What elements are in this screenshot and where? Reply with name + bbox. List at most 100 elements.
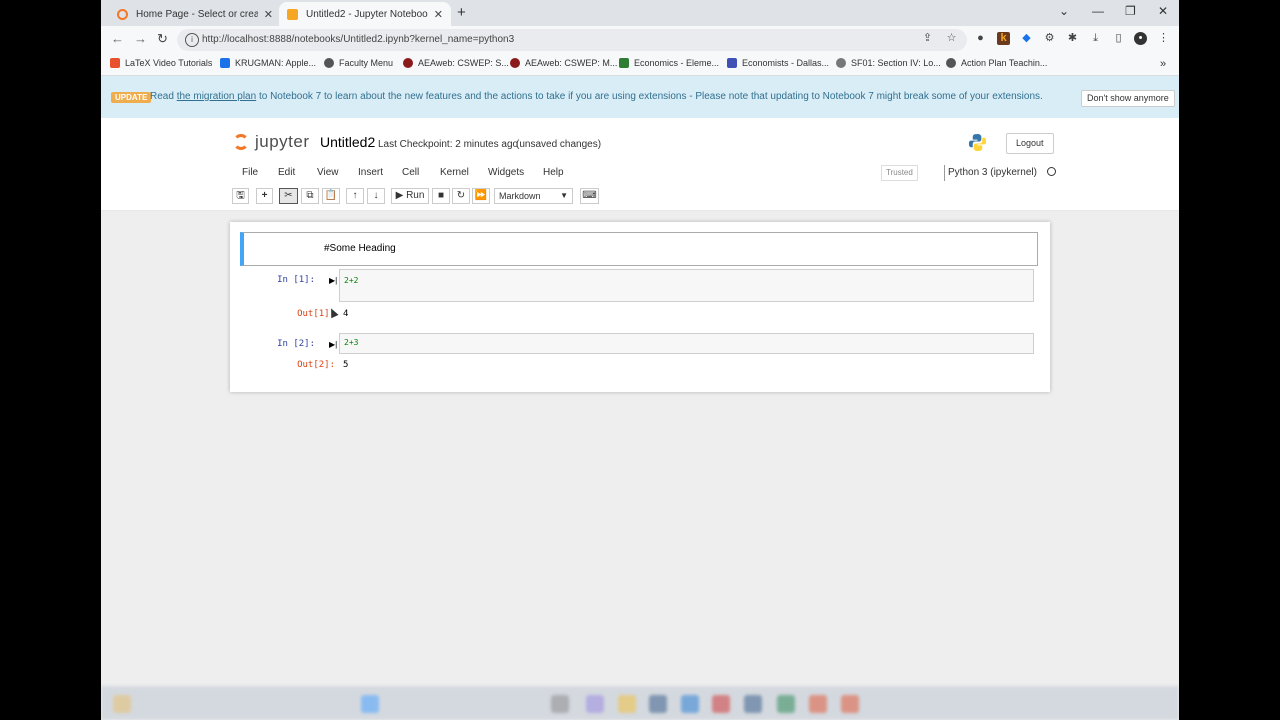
- code-cell-input[interactable]: 2+3: [339, 333, 1034, 354]
- menu-view[interactable]: View: [317, 167, 339, 178]
- run-button[interactable]: ▶ Run: [391, 188, 429, 204]
- bookmark-star-icon[interactable]: ☆: [945, 32, 958, 45]
- code-source: 2+2: [344, 276, 359, 285]
- menu-widgets[interactable]: Widgets: [488, 167, 524, 178]
- tab-title: Untitled2 - Jupyter Notebook: [306, 8, 428, 20]
- paste-cells-icon[interactable]: 📋: [322, 188, 340, 204]
- markdown-source[interactable]: #Some Heading: [324, 243, 396, 254]
- bookmark-item[interactable]: LaTeX Video Tutorials: [110, 58, 212, 68]
- bookmark-item[interactable]: Economists - Dallas...: [727, 58, 829, 68]
- cut-cells-icon[interactable]: ✂: [279, 188, 298, 204]
- browser-menu-icon[interactable]: ⋮: [1157, 32, 1170, 45]
- taskbar-app-icon[interactable]: [777, 695, 795, 713]
- extension-grad-icon[interactable]: ◆: [1020, 32, 1033, 45]
- command-palette-icon[interactable]: ⌨: [580, 188, 599, 204]
- bookmark-favicon-icon: [836, 58, 846, 68]
- taskbar-app-icon[interactable]: [361, 695, 379, 713]
- code-cell-input[interactable]: 2+2: [339, 269, 1034, 302]
- restore-icon[interactable]: ❐: [1125, 4, 1136, 18]
- taskbar-app-icon[interactable]: [809, 695, 827, 713]
- save-icon[interactable]: 🖫: [232, 188, 249, 204]
- menu-help[interactable]: Help: [543, 167, 564, 178]
- tab-home-page[interactable]: Home Page - Select or create a ✕: [109, 2, 281, 26]
- close-tab-icon[interactable]: ✕: [264, 8, 273, 21]
- site-info-icon[interactable]: i: [185, 33, 199, 47]
- more-bookmarks-icon[interactable]: »: [1160, 58, 1166, 70]
- markdown-cell[interactable]: #Some Heading: [240, 232, 1038, 266]
- notebook-toolbar: 🖫 + ✂ ⧉ 📋 ↑ ↓ ▶ Run ■ ↻ ⏩ Markdown ▼ ⌨: [101, 184, 1179, 211]
- taskbar-app-icon[interactable]: [681, 695, 699, 713]
- tab-untitled2[interactable]: Untitled2 - Jupyter Notebook ✕: [279, 2, 451, 26]
- extension-k-icon[interactable]: k: [997, 32, 1010, 45]
- menu-edit[interactable]: Edit: [278, 167, 295, 178]
- copy-cells-icon[interactable]: ⧉: [301, 188, 319, 204]
- bookmark-item[interactable]: KRUGMAN: Apple...: [220, 58, 316, 68]
- taskbar-app-icon[interactable]: [841, 695, 859, 713]
- notebook-name[interactable]: Untitled2: [320, 134, 375, 150]
- taskbar-app-icon[interactable]: [551, 695, 569, 713]
- side-panel-icon[interactable]: ▯: [1112, 32, 1125, 45]
- cell-type-select[interactable]: Markdown ▼: [494, 188, 573, 204]
- move-cell-up-icon[interactable]: ↑: [346, 188, 364, 204]
- bookmark-item[interactable]: AEAweb: CSWEP: S...: [403, 58, 509, 68]
- insert-cell-below-icon[interactable]: +: [256, 188, 273, 204]
- trusted-indicator[interactable]: Trusted: [881, 165, 918, 181]
- banner-message: Read the migration plan to Notebook 7 to…: [150, 91, 1043, 102]
- restart-kernel-icon[interactable]: ↻: [452, 188, 470, 204]
- bookmark-item[interactable]: SF01: Section IV: Lo...: [836, 58, 941, 68]
- downloads-icon[interactable]: ⤓: [1089, 32, 1102, 45]
- reload-icon[interactable]: ↻: [157, 31, 168, 47]
- interrupt-kernel-icon[interactable]: ■: [432, 188, 450, 204]
- bookmark-item[interactable]: Faculty Menu: [324, 58, 393, 68]
- move-cell-down-icon[interactable]: ↓: [367, 188, 385, 204]
- notebook-container: #Some Heading In [1]: ▶| 2+2 Out[1]: 4 I…: [230, 222, 1050, 392]
- menu-insert[interactable]: Insert: [358, 167, 383, 178]
- jupyter-logo-icon: [233, 134, 249, 150]
- python-logo-icon: [968, 133, 987, 152]
- browser-window: Home Page - Select or create a ✕ Untitle…: [101, 0, 1179, 720]
- restart-run-all-icon[interactable]: ⏩: [472, 188, 490, 204]
- share-icon[interactable]: ⇪: [921, 32, 934, 45]
- forward-icon[interactable]: →: [134, 31, 147, 46]
- taskbar-app-icon[interactable]: [649, 695, 667, 713]
- jupyter-logo[interactable]: jupyter: [233, 132, 310, 152]
- run-cell-icon[interactable]: ▶|: [329, 276, 337, 285]
- close-tab-icon[interactable]: ✕: [434, 8, 443, 21]
- browser-toolbar: ← → ↻ i http://localhost:8888/notebooks/…: [101, 26, 1179, 54]
- taskbar: [101, 686, 1179, 720]
- menu-file[interactable]: File: [242, 167, 258, 178]
- extensions-puzzle-icon[interactable]: ✱: [1066, 32, 1079, 45]
- bookmark-item[interactable]: AEAweb: CSWEP: M...: [510, 58, 617, 68]
- back-icon[interactable]: ←: [111, 31, 124, 46]
- bookmark-item[interactable]: Action Plan Teachin...: [946, 58, 1047, 68]
- address-bar[interactable]: i http://localhost:8888/notebooks/Untitl…: [177, 29, 967, 51]
- minimize-icon[interactable]: —: [1092, 4, 1104, 18]
- taskbar-app-icon[interactable]: [618, 695, 636, 713]
- tab-search-icon[interactable]: ⌄: [1059, 4, 1069, 18]
- logout-button[interactable]: Logout: [1006, 133, 1054, 154]
- kernel-indicator[interactable]: Python 3 (ipykernel): [944, 165, 1056, 181]
- play-icon: ▶: [395, 190, 404, 201]
- extension-gear-icon[interactable]: ⚙: [1043, 32, 1056, 45]
- taskbar-app-icon[interactable]: [712, 695, 730, 713]
- dont-show-anymore-button[interactable]: Don't show anymore: [1081, 90, 1175, 107]
- run-label: Run: [406, 190, 425, 201]
- new-tab-icon[interactable]: +: [457, 4, 466, 21]
- last-checkpoint: Last Checkpoint: 2 minutes ago: [378, 139, 519, 150]
- bookmark-label: AEAweb: CSWEP: M...: [525, 58, 618, 68]
- extension-shield-icon[interactable]: ●: [974, 32, 987, 45]
- bookmark-favicon-icon: [403, 58, 413, 68]
- code-source: 2+3: [344, 338, 359, 347]
- taskbar-app-icon[interactable]: [113, 695, 131, 713]
- bookmark-item[interactable]: Economics - Eleme...: [619, 58, 719, 68]
- menu-kernel[interactable]: Kernel: [440, 167, 469, 178]
- run-cell-icon[interactable]: ▶|: [329, 340, 337, 349]
- migration-plan-link[interactable]: the migration plan: [177, 91, 257, 102]
- taskbar-app-icon[interactable]: [586, 695, 604, 713]
- profile-avatar-icon[interactable]: •: [1134, 32, 1147, 45]
- taskbar-app-icon[interactable]: [744, 695, 762, 713]
- input-prompt: In [1]:: [277, 275, 315, 285]
- close-window-icon[interactable]: ✕: [1158, 4, 1168, 18]
- url-text: http://localhost:8888/notebooks/Untitled…: [202, 34, 515, 45]
- menu-cell[interactable]: Cell: [402, 167, 419, 178]
